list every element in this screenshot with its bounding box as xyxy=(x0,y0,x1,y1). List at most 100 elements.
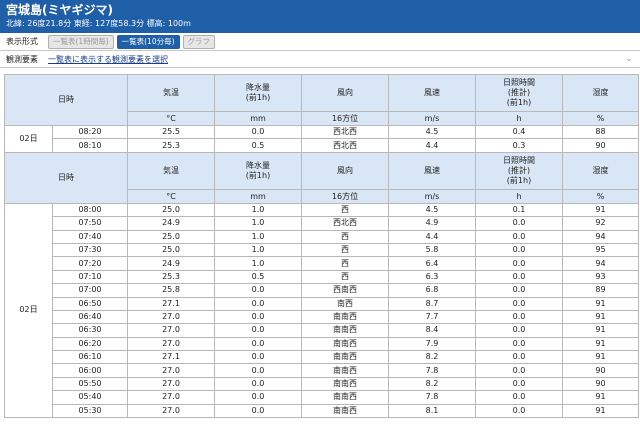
table-row: 06:20 27.0 0.0 南南西 7.9 0.0 91 xyxy=(5,336,639,352)
cell-sunshine: 0.0 xyxy=(475,336,563,352)
cell-wind-direction: 西 xyxy=(301,242,389,258)
cell-temperature: 24.9 xyxy=(127,256,215,271)
cell-temperature: 25.0 xyxy=(127,202,215,218)
cell-wind-speed: 8.4 xyxy=(388,323,476,338)
cell-time: 05:30 xyxy=(52,403,128,419)
column-header-wind-speed: 風速 xyxy=(388,151,476,190)
cell-wind-speed: 6.4 xyxy=(388,256,476,271)
cell-precipitation: 1.0 xyxy=(214,242,302,258)
cell-sunshine: 0.4 xyxy=(475,124,563,140)
cell-wind-direction: 南南西 xyxy=(301,323,389,338)
cell-sunshine: 0.0 xyxy=(475,323,563,338)
unit-temperature: °C xyxy=(127,111,215,126)
cell-wind-speed: 4.4 xyxy=(388,229,476,244)
table-row: 07:10 25.3 0.5 西 6.3 0.0 93 xyxy=(5,269,639,285)
cell-precipitation: 0.0 xyxy=(214,390,302,405)
cell-temperature: 25.3 xyxy=(127,269,215,285)
cell-wind-speed: 4.4 xyxy=(388,138,476,153)
table-row: 02日 08:00 25.0 1.0 西 4.5 0.1 91 xyxy=(4,202,639,419)
cell-humidity: 89 xyxy=(562,283,639,298)
table-row: 05:40 27.0 0.0 南南西 7.8 0.0 91 xyxy=(5,390,639,405)
cell-humidity: 91 xyxy=(562,309,639,325)
cell-temperature: 27.1 xyxy=(127,296,215,311)
column-header-temperature: 気温 xyxy=(127,74,215,112)
cell-wind-speed: 5.8 xyxy=(388,242,476,258)
cell-wind-direction: 西 xyxy=(301,269,389,285)
cell-humidity: 92 xyxy=(562,216,639,231)
cell-wind-direction: 南南西 xyxy=(301,336,389,352)
graph-button[interactable]: グラフ xyxy=(182,34,216,49)
column-header-precipitation: 降水量 (前1h) xyxy=(214,151,302,190)
cell-humidity: 91 xyxy=(562,350,639,365)
elements-select-link[interactable]: 一覧表に表示する観測要素を選択 xyxy=(48,54,624,65)
cell-temperature: 25.0 xyxy=(127,242,215,258)
cell-wind-speed: 8.2 xyxy=(388,350,476,365)
cell-humidity: 91 xyxy=(562,296,639,311)
cell-wind-speed: 7.8 xyxy=(388,390,476,405)
cell-temperature: 27.0 xyxy=(127,323,215,338)
cell-wind-direction: 西 xyxy=(301,256,389,271)
column-header-time: 日時 xyxy=(4,74,128,126)
cell-humidity: 94 xyxy=(562,229,639,244)
hourly-table-button[interactable]: 一覧表(1時間毎) xyxy=(48,34,114,49)
cell-temperature: 27.0 xyxy=(127,376,215,392)
cell-sunshine: 0.0 xyxy=(475,283,563,298)
cell-wind-direction: 南南西 xyxy=(301,376,389,392)
cell-temperature: 27.0 xyxy=(127,403,215,419)
cell-precipitation: 0.0 xyxy=(214,124,302,140)
cell-humidity: 93 xyxy=(562,269,639,285)
cell-wind-speed: 8.1 xyxy=(388,403,476,419)
cell-precipitation: 0.5 xyxy=(214,138,302,153)
cell-sunshine: 0.0 xyxy=(475,242,563,258)
table-row: 06:30 27.0 0.0 南南西 8.4 0.0 91 xyxy=(5,323,639,338)
cell-time: 07:30 xyxy=(52,242,128,258)
cell-sunshine: 0.0 xyxy=(475,229,563,244)
elements-label: 観測要素 xyxy=(6,54,38,64)
table-row: 05:50 27.0 0.0 南南西 8.2 0.0 90 xyxy=(5,376,639,392)
cell-sunshine: 0.0 xyxy=(475,296,563,311)
cell-precipitation: 1.0 xyxy=(214,202,302,218)
cell-temperature: 24.9 xyxy=(127,216,215,231)
column-header-time: 日時 xyxy=(4,151,128,204)
cell-precipitation: 0.0 xyxy=(214,296,302,311)
cell-wind-direction: 南南西 xyxy=(301,403,389,419)
cell-precipitation: 1.0 xyxy=(214,216,302,231)
cell-sunshine: 0.0 xyxy=(475,376,563,392)
cell-humidity: 90 xyxy=(562,138,639,153)
cell-wind-direction: 南南西 xyxy=(301,350,389,365)
unit-precipitation: mm xyxy=(214,111,302,126)
cell-sunshine: 0.0 xyxy=(475,309,563,325)
cell-humidity: 91 xyxy=(562,390,639,405)
cell-humidity: 95 xyxy=(562,242,639,258)
table-row: 06:40 27.0 0.0 南南西 7.7 0.0 91 xyxy=(5,309,639,325)
cell-time: 07:50 xyxy=(52,216,128,231)
station-header: 宮城島(ミヤギジマ) 北緯: 26度21.8分 東経: 127度58.3分 標高… xyxy=(0,0,640,33)
table-row: 02日 08:20 25.5 0.0 西北西 4.5 0.4 88 xyxy=(4,124,639,153)
cell-wind-speed: 8.2 xyxy=(388,376,476,392)
cell-wind-speed: 6.3 xyxy=(388,269,476,285)
cell-wind-direction: 西 xyxy=(301,229,389,244)
column-header-wind-direction: 風向 xyxy=(301,74,389,112)
cell-precipitation: 0.0 xyxy=(214,350,302,365)
unit-wind-direction: 16方位 xyxy=(301,111,389,126)
column-header-temperature: 気温 xyxy=(127,151,215,190)
cell-humidity: 94 xyxy=(562,256,639,271)
cell-wind-speed: 4.5 xyxy=(388,202,476,218)
unit-wind-speed: m/s xyxy=(388,111,476,126)
ten-minute-table-button[interactable]: 一覧表(10分毎) xyxy=(116,34,180,49)
unit-sunshine: h xyxy=(475,111,563,126)
chevron-down-icon[interactable]: ⌄ xyxy=(624,54,634,64)
cell-wind-direction: 南南西 xyxy=(301,390,389,405)
cell-temperature: 25.5 xyxy=(127,124,215,140)
cell-temperature: 27.0 xyxy=(127,309,215,325)
cell-wind-speed: 7.7 xyxy=(388,309,476,325)
cell-temperature: 25.8 xyxy=(127,283,215,298)
cell-time: 08:00 xyxy=(52,202,128,218)
column-header-sunshine: 日照時間 (推計) (前1h) xyxy=(475,74,563,112)
cell-time: 05:50 xyxy=(52,376,128,392)
cell-precipitation: 0.0 xyxy=(214,323,302,338)
table-row: 07:40 25.0 1.0 西 4.4 0.0 94 xyxy=(5,229,639,244)
cell-humidity: 91 xyxy=(562,403,639,419)
column-header-sunshine: 日照時間 (推計) (前1h) xyxy=(475,151,563,190)
table-row: 07:00 25.8 0.0 西南西 6.8 0.0 89 xyxy=(5,283,639,298)
